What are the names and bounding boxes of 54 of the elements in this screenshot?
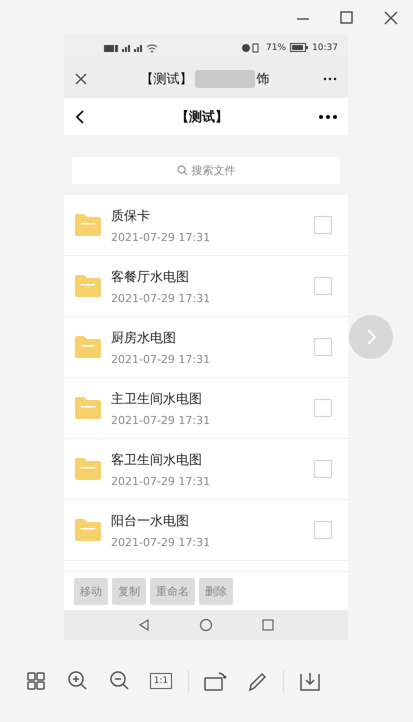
file-date: 2021-07-29 17:31: [111, 230, 212, 244]
close-icon[interactable]: [382, 8, 400, 26]
file-row[interactable]: 阳台一水电图 2021-07-29 17:31: [64, 500, 348, 561]
file-name: 厨房水电图: [111, 330, 177, 346]
battery-icon: [290, 43, 308, 52]
file-date: 2021-07-29 17:31: [111, 352, 212, 366]
folder-icon: [75, 397, 101, 419]
folder-icon: [75, 519, 101, 541]
folder-icon: [75, 458, 101, 480]
pencil-icon: [246, 670, 268, 692]
chevron-right-icon: [364, 328, 378, 346]
actual-size-button[interactable]: 1:1: [150, 673, 172, 689]
download-icon: [299, 670, 321, 692]
search-field[interactable]: 搜索文件: [72, 156, 340, 184]
file-date: 2021-07-29 17:31: [111, 414, 212, 426]
file-name: 客卫生间水电图: [111, 452, 203, 468]
clock-time: 10:37: [312, 42, 338, 52]
checkbox[interactable]: [314, 399, 332, 417]
file-name: 阳台一水电图: [111, 512, 190, 530]
checkbox[interactable]: [314, 521, 332, 539]
maximize-icon[interactable]: [338, 8, 356, 26]
file-date: 2021-07-29 17:31: [111, 292, 212, 304]
folder-icon: [75, 275, 101, 297]
folder-icon: [75, 336, 101, 358]
file-row[interactable]: 客餐厅水电图 2021-07-29 17:31: [64, 256, 348, 317]
file-row[interactable]: 厨房水电图 2021-07-29 17:31: [64, 317, 348, 378]
back-nav-icon[interactable]: [137, 618, 151, 632]
grid-icon: [26, 671, 46, 691]
mini-program-title-end: 饰: [256, 71, 270, 88]
page-title: 【测试】: [175, 108, 229, 126]
checkbox[interactable]: [314, 216, 332, 234]
file-name: 质保卡: [111, 208, 151, 224]
folder-icon: [75, 214, 101, 236]
checkbox[interactable]: [314, 338, 332, 356]
zoom-in-icon: [67, 670, 89, 692]
search-icon: [176, 164, 188, 176]
checkbox[interactable]: [314, 277, 332, 295]
recents-nav-icon[interactable]: [261, 618, 275, 632]
file-name: 主卫生间水电图: [111, 390, 203, 408]
file-date: 2021-07-29 17:31: [111, 536, 212, 548]
file-date: 2021-07-29 17:31: [111, 474, 212, 488]
battery-percentage: 71%: [266, 42, 286, 52]
file-row[interactable]: 客卫生间水电图 2021-07-29 17:31: [64, 439, 348, 500]
redacted-area: [194, 70, 254, 88]
back-icon[interactable]: [74, 108, 86, 124]
mini-program-title: 【测试】: [140, 71, 192, 88]
home-nav-icon[interactable]: [199, 618, 213, 632]
file-row[interactable]: 主卫生间水电图 2021-07-29 17:31: [64, 378, 348, 439]
close-icon[interactable]: [74, 72, 88, 86]
file-row[interactable]: 质保卡 2021-07-29 17:31: [64, 195, 348, 256]
file-name: 客餐厅水电图: [111, 268, 190, 286]
zoom-out-icon: [109, 670, 131, 692]
checkbox[interactable]: [314, 460, 332, 478]
rotate-icon: [204, 670, 226, 692]
